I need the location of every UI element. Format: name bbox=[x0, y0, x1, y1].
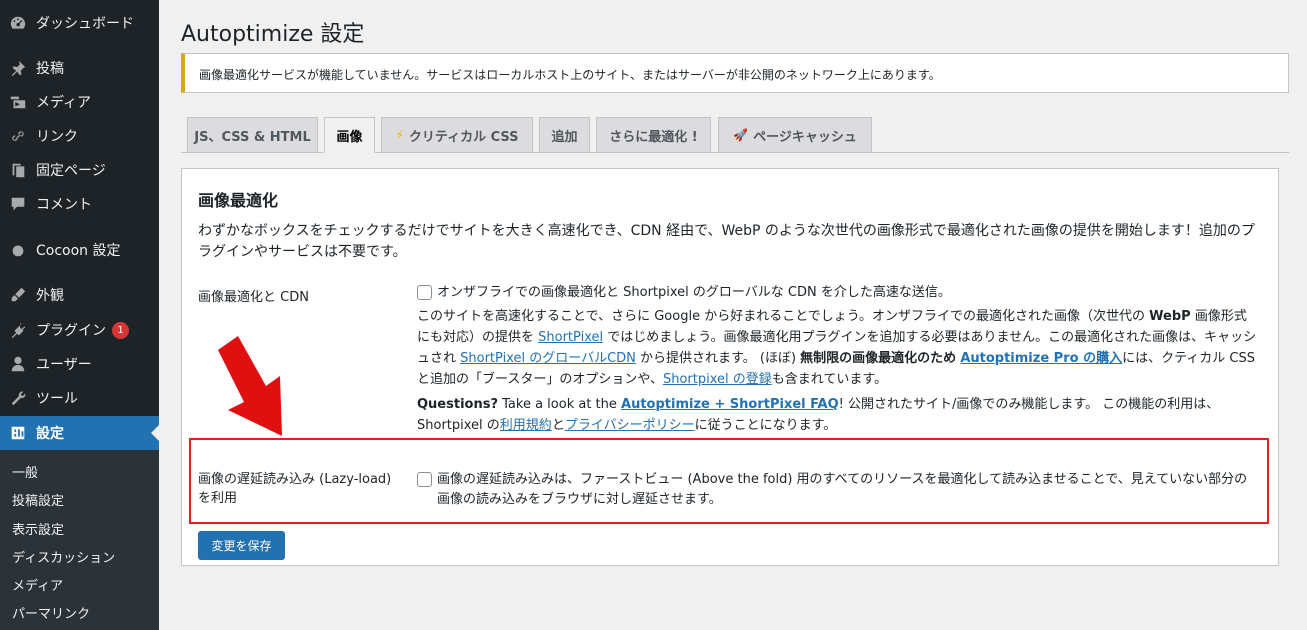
tab-optimize-more[interactable]: さらに最適化 ! bbox=[596, 117, 711, 153]
menu-label: ツール bbox=[36, 391, 78, 407]
page-icon bbox=[8, 160, 28, 180]
menu-label: 投稿 bbox=[36, 61, 64, 77]
faq-link[interactable]: Autoptimize + ShortPixel FAQ bbox=[621, 397, 839, 412]
menu-label: Cocoon 設定 bbox=[36, 243, 121, 259]
rocket-icon: 🚀 bbox=[733, 128, 749, 142]
submenu-discussion[interactable]: ディスカッション bbox=[12, 547, 115, 566]
pin-icon bbox=[8, 58, 28, 78]
menu-posts[interactable]: 投稿 bbox=[0, 51, 159, 85]
link-icon bbox=[8, 126, 28, 146]
menu-appearance[interactable]: 外観 bbox=[0, 278, 159, 312]
desc-text: から提供されます。 (ほぼ) bbox=[635, 351, 801, 366]
tab-js-css-html[interactable]: JS、CSS & HTML bbox=[187, 117, 318, 153]
cdn-faq-note: Questions? Take a look at the Autoptimiz… bbox=[417, 394, 1257, 436]
menu-comments[interactable]: コメント bbox=[0, 187, 159, 221]
tab-extra[interactable]: 追加 bbox=[539, 117, 590, 153]
menu-label: 固定ページ bbox=[36, 163, 106, 179]
save-button[interactable]: 変更を保存 bbox=[198, 531, 285, 560]
menu-dashboard[interactable]: ダッシュボード bbox=[0, 6, 159, 40]
cdn-description: このサイトを高速化することで、さらに Google から好まれることでしょう。オ… bbox=[417, 306, 1257, 390]
cdn-checkbox[interactable] bbox=[417, 285, 432, 300]
admin-sidebar: ダッシュボード 投稿 メディア リンク 固定ページ コメント Cocoon 設定… bbox=[0, 0, 159, 630]
red-highlight-box bbox=[189, 438, 1269, 524]
menu-settings[interactable]: 設定 bbox=[0, 416, 159, 450]
tab-label: 画像 bbox=[336, 129, 363, 145]
menu-label: リンク bbox=[36, 129, 78, 145]
terms-link[interactable]: 利用規約 bbox=[500, 418, 552, 433]
submenu-writing[interactable]: 投稿設定 bbox=[12, 490, 64, 509]
plugin-icon bbox=[8, 320, 28, 340]
dashboard-icon bbox=[8, 13, 28, 33]
desc-text: も含まれています。 bbox=[771, 372, 888, 387]
shortpixel-cdn-link[interactable]: ShortPixel のグローバルCDN bbox=[460, 351, 636, 366]
tab-label: クリティカル CSS bbox=[408, 129, 519, 145]
settings-icon bbox=[8, 423, 28, 443]
warning-notice: 画像最適化サービスが機能していません。サービスはローカルホスト上のサイト、または… bbox=[181, 53, 1289, 93]
desc-text: WebP bbox=[1149, 309, 1191, 324]
desc-text: Questions? bbox=[417, 397, 498, 412]
desc-text: このサイトを高速化することで、さらに Google から好まれることでしょう。オ… bbox=[417, 309, 1150, 324]
comment-icon bbox=[8, 194, 28, 214]
red-arrow-icon bbox=[218, 336, 282, 436]
submenu-general[interactable]: 一般 bbox=[12, 462, 38, 481]
privacy-link[interactable]: プライバシーポリシー bbox=[565, 418, 695, 433]
menu-media[interactable]: メディア bbox=[0, 85, 159, 119]
menu-label: ダッシュボード bbox=[36, 16, 134, 32]
media-icon bbox=[8, 92, 28, 112]
lightning-icon: ⚡ bbox=[395, 128, 404, 142]
menu-tools[interactable]: ツール bbox=[0, 381, 159, 415]
menu-pages[interactable]: 固定ページ bbox=[0, 153, 159, 187]
desc-text: 無制限の画像最適化のため bbox=[800, 351, 957, 366]
menu-label: ユーザー bbox=[36, 357, 92, 373]
tab-images[interactable]: 画像 bbox=[324, 117, 375, 153]
circle-icon bbox=[8, 240, 28, 260]
tab-label: ページキャッシュ bbox=[753, 129, 857, 145]
settings-tabs: JS、CSS & HTML 画像 ⚡ クリティカル CSS 追加 さらに最適化 !… bbox=[181, 117, 1289, 153]
section-title: 画像最適化 bbox=[198, 191, 279, 210]
cdn-checkbox-label[interactable]: オンザフライでの画像最適化と Shortpixel のグローバルな CDN を介… bbox=[437, 283, 951, 303]
update-count-badge: 1 bbox=[112, 321, 129, 339]
tab-page-cache[interactable]: 🚀 ページキャッシュ bbox=[718, 117, 872, 153]
settings-submenu: 一般 投稿設定 表示設定 ディスカッション メディア パーマリンク bbox=[0, 450, 159, 630]
cdn-option: オンザフライでの画像最適化と Shortpixel のグローバルな CDN を介… bbox=[417, 283, 951, 303]
shortpixel-register-link[interactable]: Shortpixel の登録 bbox=[663, 372, 772, 387]
brush-icon bbox=[8, 285, 28, 305]
submenu-reading[interactable]: 表示設定 bbox=[12, 519, 64, 538]
menu-users[interactable]: ユーザー bbox=[0, 347, 159, 381]
shortpixel-link[interactable]: ShortPixel bbox=[538, 330, 603, 345]
menu-label: 設定 bbox=[36, 426, 64, 442]
autoptimize-pro-link[interactable]: Autoptimize Pro の購入 bbox=[960, 351, 1122, 366]
section-intro: わずかなボックスをチェックするだけでサイトを大きく高速化でき、CDN 経由で、W… bbox=[198, 223, 1255, 260]
submenu-permalinks[interactable]: パーマリンク bbox=[12, 603, 90, 622]
menu-label: 外観 bbox=[36, 288, 64, 304]
menu-label: メディア bbox=[36, 95, 92, 111]
user-icon bbox=[8, 354, 28, 374]
tab-critical-css[interactable]: ⚡ クリティカル CSS bbox=[381, 117, 533, 153]
tab-label: JS、CSS & HTML bbox=[194, 129, 311, 145]
page-title: Autoptimize 設定 bbox=[181, 22, 365, 47]
tab-label: 追加 bbox=[551, 129, 578, 145]
submenu-media[interactable]: メディア bbox=[12, 575, 63, 594]
desc-text: Take a look at the bbox=[498, 397, 622, 412]
desc-text: に従うことになります。 bbox=[694, 418, 837, 433]
menu-label: プラグイン bbox=[36, 323, 106, 339]
wrench-icon bbox=[8, 388, 28, 408]
menu-plugins[interactable]: プラグイン 1 bbox=[0, 313, 159, 347]
cdn-row-label: 画像最適化と CDN bbox=[198, 290, 309, 305]
menu-links[interactable]: リンク bbox=[0, 119, 159, 153]
menu-label: コメント bbox=[36, 197, 92, 213]
desc-text: と bbox=[551, 418, 565, 433]
tab-label: さらに最適化 ! bbox=[609, 129, 698, 145]
menu-cocoon[interactable]: Cocoon 設定 bbox=[0, 233, 159, 267]
